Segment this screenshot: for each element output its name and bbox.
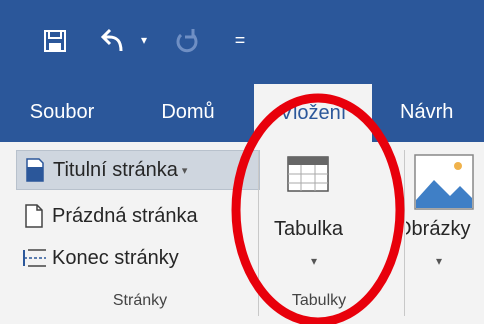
pictures-dropdown-icon: ▾ (436, 254, 443, 268)
title-bar: ▾ = (0, 0, 484, 82)
page-break-label: Konec stránky (52, 246, 179, 269)
pictures-button[interactable]: Obrázky ▾ (406, 150, 484, 280)
ribbon-tab-bar: Soubor Domů Vložení Návrh (0, 82, 484, 142)
cover-page-icon (26, 158, 44, 182)
tab-navrh[interactable]: Návrh (392, 82, 484, 142)
pictures-icon (414, 154, 474, 210)
group-divider (404, 150, 405, 316)
blank-page-button[interactable]: Prázdná stránka (22, 198, 232, 234)
table-button-label: Tabulka (274, 218, 343, 240)
tab-domu[interactable]: Domů (140, 82, 236, 142)
group-divider (258, 150, 259, 316)
undo-dropdown-glyph: ▾ (140, 33, 148, 47)
table-button[interactable]: Tabulka ▾ (262, 150, 402, 280)
pages-group-label: Stránky (112, 292, 168, 309)
cover-page-label: Titulní stránka (53, 158, 178, 181)
cover-page-dropdown-icon: ▾ (181, 164, 188, 177)
tables-group-label: Tabulky (291, 292, 347, 309)
page-break-icon (23, 249, 46, 267)
pictures-button-label: Obrázky (406, 218, 471, 240)
tab-vlozeni[interactable]: Vložení (254, 82, 372, 142)
table-dropdown-icon: ▾ (311, 254, 318, 268)
redo-icon[interactable] (170, 24, 204, 58)
customize-glyph: = (234, 29, 246, 50)
customize-toolbar-icon[interactable]: = (230, 28, 250, 52)
page-break-button[interactable]: Konec stránky (22, 240, 232, 276)
blank-page-label: Prázdná stránka (52, 204, 198, 227)
tab-soubor[interactable]: Soubor (14, 82, 110, 142)
cover-page-button[interactable]: Titulní stránka ▾ (16, 150, 260, 190)
save-icon[interactable] (40, 26, 70, 56)
undo-dropdown-icon[interactable]: ▾ (136, 30, 152, 50)
table-icon (287, 156, 329, 192)
undo-icon[interactable] (96, 24, 130, 58)
blank-page-icon (25, 204, 43, 228)
